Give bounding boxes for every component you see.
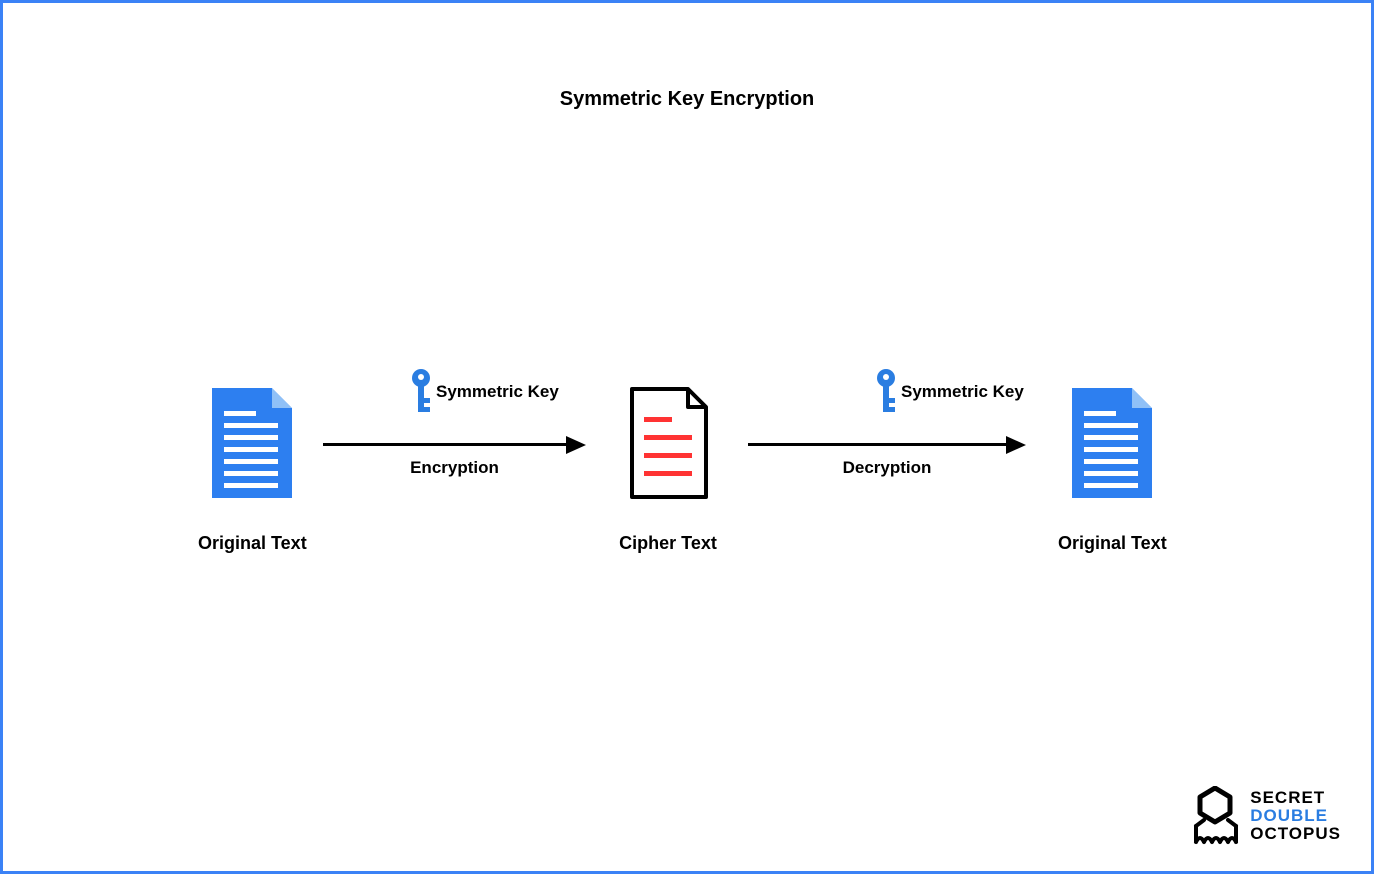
logo-line1: SECRET: [1250, 789, 1341, 807]
key-icon: [873, 368, 899, 416]
key-label-right: Symmetric Key: [901, 382, 1024, 402]
node-cipher: Cipher Text: [618, 383, 718, 554]
octopus-icon: [1190, 786, 1240, 846]
node-original-right: Original Text: [1058, 383, 1167, 554]
brand-logo: SECRET DOUBLE OCTOPUS: [1190, 786, 1341, 846]
key-label-left: Symmetric Key: [436, 382, 559, 402]
cipher-document-icon: [618, 383, 718, 503]
document-icon: [202, 383, 302, 503]
logo-line3: OCTOPUS: [1250, 825, 1341, 843]
node-original-left: Original Text: [198, 383, 307, 554]
arrow-label-decryption: Decryption: [748, 458, 1026, 478]
diagram-frame: Symmetric Key Encryption Original Text C…: [0, 0, 1374, 874]
key-icon: [408, 368, 434, 416]
document-icon: [1062, 383, 1162, 503]
diagram-title: Symmetric Key Encryption: [3, 88, 1371, 111]
node-label-cipher: Cipher Text: [619, 533, 717, 554]
key-right: Symmetric Key: [873, 368, 1024, 416]
logo-line2: DOUBLE: [1250, 807, 1341, 825]
key-left: Symmetric Key: [408, 368, 559, 416]
node-label-original-left: Original Text: [198, 533, 307, 554]
node-label-original-right: Original Text: [1058, 533, 1167, 554]
arrow-label-encryption: Encryption: [323, 458, 586, 478]
brand-logo-text: SECRET DOUBLE OCTOPUS: [1250, 789, 1341, 843]
